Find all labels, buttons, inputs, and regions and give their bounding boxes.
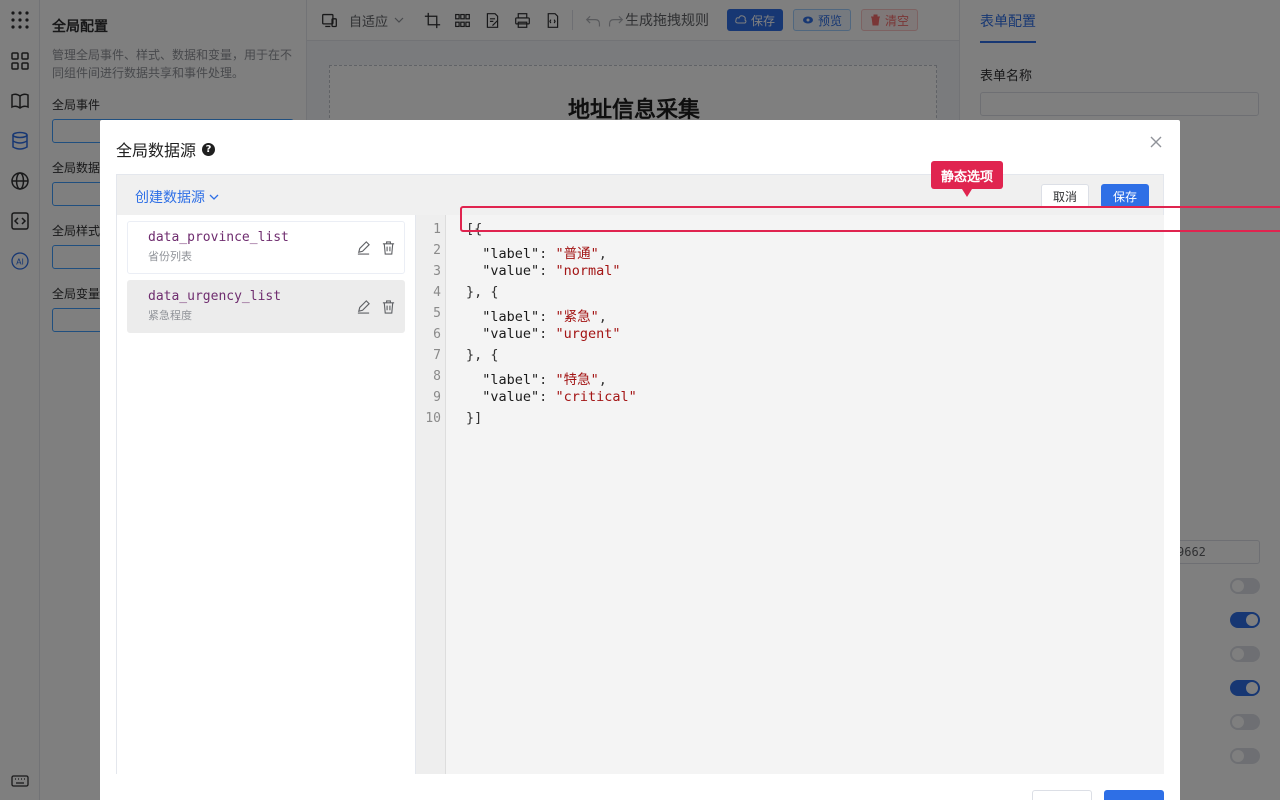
- datasource-item-active[interactable]: data_urgency_list 紧急程度: [127, 280, 405, 333]
- datasource-actions: [356, 240, 396, 255]
- line-number: 2: [433, 243, 441, 258]
- dialog-title: 全局数据源: [116, 141, 197, 160]
- line-number: 5: [433, 306, 441, 321]
- code-line: "value": "normal": [482, 263, 621, 279]
- datasource-list: data_province_list 省份列表 data_urgency_lis…: [117, 215, 415, 774]
- code-line: }, {: [466, 284, 499, 300]
- code-line: "label": "紧急",: [482, 309, 607, 325]
- chevron-down-icon: [209, 194, 219, 200]
- line-number: 7: [433, 348, 441, 363]
- app-root: AI 全局配置 管理全局事件、样式、数据和变量，用于在不同组件间进行数据共享和事…: [0, 0, 1280, 800]
- datasource-actions: [356, 299, 396, 314]
- datasource-desc: 紧急程度: [148, 309, 192, 322]
- help-icon[interactable]: ?: [202, 142, 216, 156]
- code-line: "label": "特急",: [482, 372, 607, 388]
- code-line: "label": "普通",: [482, 246, 607, 262]
- delete-icon[interactable]: [381, 299, 396, 314]
- datasource-desc: 省份列表: [148, 250, 192, 263]
- edit-icon[interactable]: [356, 299, 371, 314]
- line-number: 9: [433, 390, 441, 405]
- close-icon[interactable]: [1148, 134, 1164, 150]
- line-number: 3: [433, 264, 441, 279]
- datasource-name: data_urgency_list: [148, 289, 282, 304]
- line-number: 1: [433, 222, 441, 237]
- highlight-box: [460, 206, 1280, 232]
- delete-icon[interactable]: [381, 240, 396, 255]
- datasource-item[interactable]: data_province_list 省份列表: [127, 221, 405, 274]
- dialog-header: 全局数据源 ?: [116, 137, 216, 161]
- line-number: 10: [425, 411, 441, 426]
- save-button[interactable]: 保存: [1101, 184, 1149, 208]
- create-datasource-label: 创建数据源: [135, 190, 205, 206]
- code-line: "value": "urgent": [482, 326, 621, 342]
- cancel-button[interactable]: 取消: [1041, 184, 1089, 208]
- code-editor[interactable]: 1 2 3 4 5 6 7 8 9 10 [{ "label": "普通", "…: [415, 215, 1164, 774]
- code-line: }]: [466, 410, 483, 426]
- line-number: 6: [433, 327, 441, 342]
- line-number: 8: [433, 369, 441, 384]
- code-line: "value": "critical": [482, 389, 637, 405]
- line-number-gutter: 1 2 3 4 5 6 7 8 9 10: [416, 215, 446, 774]
- line-number: 4: [433, 285, 441, 300]
- create-datasource-dropdown[interactable]: 创建数据源: [135, 187, 220, 207]
- dialog-body: 创建数据源 取消 保存 data_province_list 省份列表 data…: [116, 174, 1164, 774]
- annotation-tooltip: 静态选项: [931, 161, 1003, 197]
- dialog-footer-cancel-button[interactable]: [1032, 790, 1092, 800]
- edit-icon[interactable]: [356, 240, 371, 255]
- datasource-name: data_province_list: [148, 230, 289, 245]
- dialog-footer-confirm-button[interactable]: [1104, 790, 1164, 800]
- code-line: }, {: [466, 347, 499, 363]
